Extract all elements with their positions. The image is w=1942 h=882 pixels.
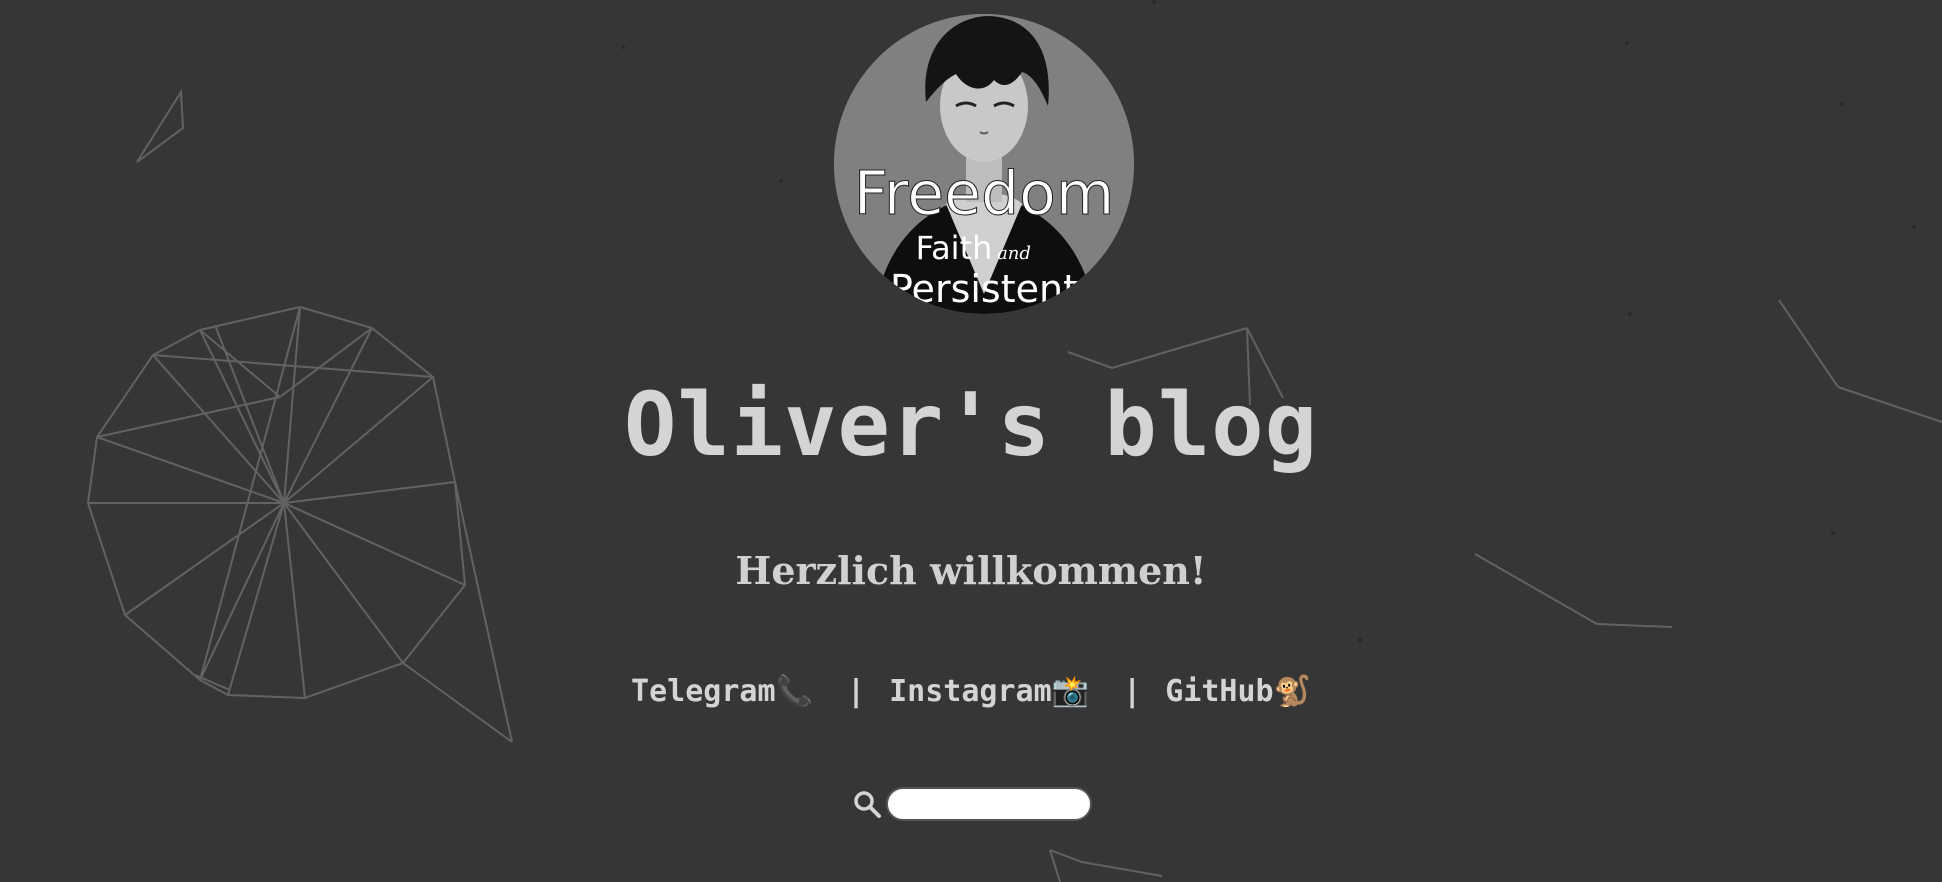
github-link[interactable]: GitHub🐒	[1165, 674, 1311, 709]
avatar-line-faith: Faith	[916, 229, 993, 267]
avatar-line-and: and	[997, 243, 1031, 264]
telegram-link[interactable]: Telegram📞	[631, 674, 813, 709]
avatar-line-persistent: Persistent	[890, 267, 1078, 311]
avatar-line-freedom: Freedom	[854, 159, 1115, 229]
avatar-text-overlay: Freedom Faith and Persistent	[853, 159, 1115, 312]
search-bar	[852, 784, 1092, 824]
welcome-message: Herzlich willkommen!	[735, 548, 1207, 593]
site-title: Oliver's blog	[624, 374, 1318, 476]
social-links: Telegram📞 | Instagram📸 | GitHub🐒	[0, 668, 1942, 716]
search-icon[interactable]	[852, 789, 882, 819]
avatar: Freedom Faith and Persistent	[834, 14, 1134, 314]
link-separator: |	[846, 674, 866, 709]
link-separator: |	[1123, 674, 1142, 709]
search-input[interactable]	[886, 787, 1092, 821]
instagram-link[interactable]: Instagram📸	[889, 674, 1089, 709]
